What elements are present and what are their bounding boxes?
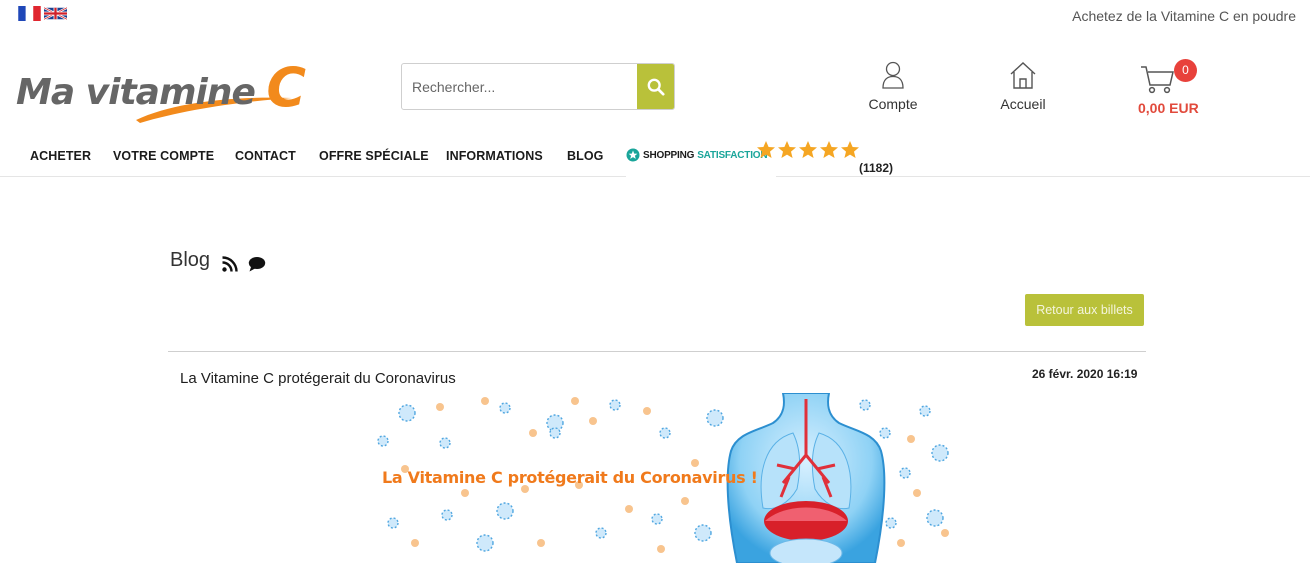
logo-text: Ma vitamine C (16, 54, 306, 119)
post-image[interactable]: La Vitamine C protégerait du Coronavirus… (365, 393, 955, 563)
virus-particle (859, 399, 871, 411)
rating-star-icon (757, 141, 775, 158)
language-switcher (18, 6, 67, 21)
site-logo[interactable]: Ma vitamine C (14, 40, 306, 125)
account-label: Compte (868, 96, 918, 112)
rating-count: (1182) (859, 161, 894, 175)
comment-icon[interactable] (248, 256, 266, 272)
virus-particle (659, 427, 671, 439)
virus-particle (694, 524, 712, 542)
rss-icon[interactable] (222, 255, 238, 272)
virus-particle (879, 427, 891, 439)
flag-fr-icon[interactable] (18, 6, 41, 21)
nav-item-contact[interactable]: CONTACT (235, 149, 296, 163)
virus-particle (476, 534, 494, 552)
logo-letter: C (266, 56, 306, 119)
decor-dot (897, 539, 905, 547)
virus-particle (398, 404, 416, 422)
virus-particle (441, 509, 453, 521)
decor-dot (481, 397, 489, 405)
virus-particle (919, 405, 931, 417)
post-title[interactable]: La Vitamine C protégerait du Coronavirus (180, 370, 456, 387)
nav-item-blog[interactable]: BLOG (567, 149, 604, 163)
rating-star-icon (841, 141, 859, 158)
main-nav: ACHETER VOTRE COMPTE CONTACT OFFRE SPÉCI… (0, 140, 1310, 177)
account-link[interactable]: Compte (858, 60, 928, 112)
search-input[interactable] (402, 64, 637, 109)
virus-particle (499, 402, 511, 414)
rating-stars (756, 140, 860, 160)
decor-dot (913, 489, 921, 497)
virus-particle (885, 517, 897, 529)
virus-particle (926, 509, 944, 527)
decor-dot (643, 407, 651, 415)
search-bar (401, 63, 675, 110)
cart-total: 0,00 EUR (1138, 100, 1199, 116)
decor-dot (589, 417, 597, 425)
virus-particle (549, 427, 561, 439)
virus-particle (651, 513, 663, 525)
user-icon (882, 61, 904, 89)
decor-dot (537, 539, 545, 547)
nav-item-informations[interactable]: INFORMATIONS (446, 149, 543, 163)
virus-particle (609, 399, 621, 411)
rating-star-icon (820, 141, 838, 158)
decor-dot (691, 459, 699, 467)
home-link[interactable]: Accueil (990, 60, 1056, 112)
flag-uk-icon[interactable] (44, 6, 67, 21)
virus-particle (706, 409, 724, 427)
home-label: Accueil (1000, 96, 1046, 112)
decor-dot (529, 429, 537, 437)
decor-dot (657, 545, 665, 553)
satisfaction-star-icon (626, 148, 640, 162)
decor-dot (436, 403, 444, 411)
cart-link[interactable]: 0 0,00 EUR (1130, 58, 1210, 118)
decor-dot (941, 529, 949, 537)
nav-item-acheter[interactable]: ACHETER (30, 149, 91, 163)
virus-particle (377, 435, 389, 447)
virus-particle (496, 502, 514, 520)
virus-particle (387, 517, 399, 529)
virus-particle (899, 467, 911, 479)
decor-dot (907, 435, 915, 443)
satisfaction-brand-a: SHOPPING (643, 149, 695, 161)
cart-count-badge: 0 (1174, 59, 1197, 82)
home-icon (1010, 62, 1036, 89)
logo-wordmark: Ma vitamine (16, 72, 256, 113)
top-tagline: Achetez de la Vitamine C en poudre (1072, 8, 1296, 24)
post-image-caption: La Vitamine C protégerait du Coronavirus… (382, 468, 758, 487)
virus-particle (439, 437, 451, 449)
top-bar: Achetez de la Vitamine C en poudre (0, 0, 1310, 34)
back-to-posts-button[interactable]: Retour aux billets (1025, 294, 1144, 326)
decor-dot (571, 397, 579, 405)
virus-particle (931, 444, 949, 462)
post-divider (168, 351, 1146, 352)
decor-dot (461, 489, 469, 497)
rating-star-icon (778, 141, 796, 158)
decor-dot (411, 539, 419, 547)
cart-icon (1141, 66, 1174, 94)
search-icon (647, 78, 665, 96)
decor-dot (625, 505, 633, 513)
nav-item-votre-compte[interactable]: VOTRE COMPTE (113, 149, 214, 163)
search-button[interactable] (637, 64, 674, 109)
post-date: 26 févr. 2020 16:19 (1032, 367, 1138, 381)
decor-dot (681, 497, 689, 505)
shopping-satisfaction-logo[interactable]: SHOPPING SATISFACTION (626, 148, 768, 162)
page-title: Blog (170, 249, 211, 271)
virus-particle (595, 527, 607, 539)
blog-header: Blog (170, 249, 266, 272)
rating-star-icon (799, 141, 817, 158)
nav-item-offre-speciale[interactable]: OFFRE SPÉCIALE (319, 149, 429, 163)
